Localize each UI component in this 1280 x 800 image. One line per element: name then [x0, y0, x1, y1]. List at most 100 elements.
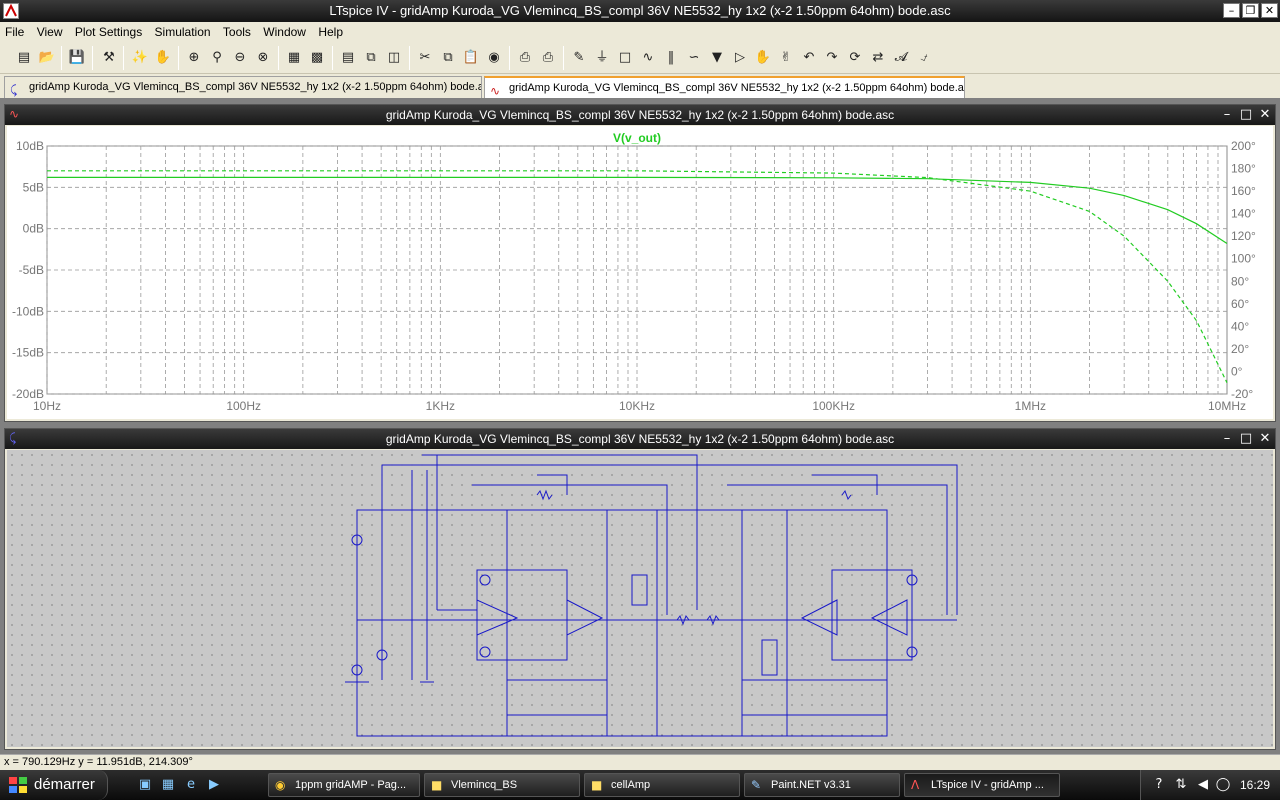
shield-icon[interactable]: ◯ — [1215, 777, 1231, 793]
cut-icon[interactable]: ✂ — [415, 48, 435, 68]
task-folder-cellamp[interactable]: ■ cellAmp — [584, 773, 740, 797]
tab-schematic[interactable]: ⤹ gridAmp Kuroda_VG Vlemincq_BS_compl 36… — [4, 76, 482, 98]
task-ltspice[interactable]: Λ LTspice IV - gridAmp ... — [904, 773, 1060, 797]
undo-icon[interactable]: ↶ — [799, 48, 819, 68]
menu-help[interactable]: Help — [313, 22, 347, 39]
bode-plot[interactable]: 10dB5dB0dB-5dB-10dB-15dB-20dB200°180°160… — [7, 126, 1275, 421]
inductor-icon[interactable]: ∽ — [684, 48, 704, 68]
back-icon[interactable]: ◀ — [1195, 777, 1211, 793]
menu-plot-settings[interactable]: Plot Settings — [70, 22, 146, 39]
media-player-icon[interactable]: ▶ — [206, 777, 222, 793]
cursor-readout: x = 790.129Hz y = 11.951dB, 214.309° — [4, 756, 193, 768]
zoom-pan-icon[interactable]: ⚲ — [207, 48, 227, 68]
tile-vertical-icon[interactable]: ◫ — [384, 48, 404, 68]
halt-icon[interactable]: ✋ — [153, 48, 173, 68]
minimize-button[interactable]: – — [1223, 3, 1240, 18]
diode-icon[interactable]: ▼ — [707, 48, 727, 68]
move-icon[interactable]: ✋ — [753, 48, 773, 68]
toolbar-separator — [178, 46, 179, 70]
component-icon[interactable]: ▷ — [730, 48, 750, 68]
save-icon[interactable]: 💾 — [67, 48, 87, 68]
y-tick-label: -5dB — [19, 263, 44, 277]
run-icon[interactable]: ✨ — [130, 48, 150, 68]
start-button[interactable]: démarrer — [0, 770, 108, 800]
task-folder-vlemincq[interactable]: ■ Vlemincq_BS — [424, 773, 580, 797]
menu-tools[interactable]: Tools — [218, 22, 255, 39]
app-title: LTspice IV - gridAmp Kuroda_VG Vlemincq_… — [329, 3, 951, 18]
y2-tick-label: 80° — [1231, 274, 1249, 288]
menu-window[interactable]: Window — [258, 22, 310, 39]
toolbar: ▤ 📂 💾 ⚒ ✨ ✋ ⊕ ⚲ ⊖ ⊗ ▦ ▩ ▤ ⧉ ◫ ✂ ⧉ 📋 ◉ ⎙ … — [0, 42, 1280, 74]
label-net-icon[interactable]: □ — [615, 48, 635, 68]
close-icon[interactable]: ✕ — [1257, 431, 1273, 447]
circuit-drawing[interactable] — [7, 450, 1275, 749]
ie-icon[interactable]: e — [183, 777, 199, 793]
rotate-icon[interactable]: ⟳ — [845, 48, 865, 68]
y-tick-label: -15dB — [12, 346, 44, 360]
show-desktop-icon[interactable]: ▣ — [137, 777, 153, 793]
minimize-icon[interactable]: – — [1219, 431, 1235, 447]
menu-simulation[interactable]: Simulation — [150, 22, 215, 39]
mirror-icon[interactable]: ⇄ — [868, 48, 888, 68]
tile-horizontal-icon[interactable]: ▤ — [338, 48, 358, 68]
minimize-icon[interactable]: – — [1219, 107, 1235, 123]
plot-pane[interactable]: 10dB 5dB 0dB -5dB -10dB -15dB -20dB 200° 180° 160… — [7, 126, 1273, 419]
resistor-icon[interactable]: ∿ — [638, 48, 658, 68]
resistor — [536, 489, 852, 626]
new-schematic-icon[interactable]: ▤ — [14, 48, 34, 68]
zoom-fit-icon[interactable]: ⊗ — [253, 48, 273, 68]
ground-icon[interactable]: ⏚ — [592, 48, 612, 68]
control-panel-icon[interactable]: ⚒ — [99, 48, 119, 68]
wire-icon[interactable]: ✎ — [569, 48, 589, 68]
print-preview-icon[interactable]: ⎙ — [515, 48, 535, 68]
cascade-icon[interactable]: ⧉ — [361, 48, 381, 68]
capacitor-icon[interactable]: ‖ — [661, 48, 681, 68]
print-icon[interactable]: ⎙ — [538, 48, 558, 68]
folder-icon: ■ — [591, 778, 603, 792]
close-button[interactable]: ✕ — [1261, 3, 1278, 18]
waveform-icon: ∿ — [490, 84, 501, 98]
zoom-in-icon[interactable]: ⊕ — [184, 48, 204, 68]
task-label: Vlemincq_BS — [451, 779, 518, 791]
plot-window-title-bar: ∿ gridAmp Kuroda_VG Vlemincq_BS_compl 36… — [5, 105, 1275, 125]
menu-view[interactable]: View — [32, 22, 67, 39]
find-icon[interactable]: ◉ — [484, 48, 504, 68]
y-tick-label: -10dB — [12, 304, 44, 318]
start-label: démarrer — [34, 776, 95, 793]
maximize-icon[interactable]: □ — [1238, 431, 1254, 447]
grid-icon[interactable]: ▩ — [307, 48, 327, 68]
task-label: Paint.NET v3.31 — [771, 779, 851, 791]
task-chrome[interactable]: ◉ 1ppm gridAMP - Pag... — [268, 773, 420, 797]
schematic-canvas[interactable] — [7, 450, 1273, 747]
task-paint[interactable]: ✎ Paint.NET v3.31 — [744, 773, 900, 797]
x-tick-label: 100Hz — [226, 399, 261, 413]
menu-file[interactable]: File — [0, 22, 28, 39]
close-icon[interactable]: ✕ — [1257, 107, 1273, 123]
task-label: 1ppm gridAMP - Pag... — [295, 779, 407, 791]
schematic-icon: ⤹ — [10, 83, 18, 97]
opamp-right — [800, 599, 908, 636]
app-title-bar: LTspice IV - gridAmp Kuroda_VG Vlemincq_… — [0, 0, 1280, 22]
spice-directive-icon[interactable]: ⍻ — [914, 48, 934, 68]
copy-icon[interactable]: ⧉ — [438, 48, 458, 68]
windows-flag-icon — [9, 777, 27, 793]
help-icon[interactable]: ? — [1151, 777, 1167, 793]
y2-tick-label: 160° — [1231, 184, 1256, 198]
maximize-icon[interactable]: □ — [1238, 107, 1254, 123]
autorange-icon[interactable]: ▦ — [284, 48, 304, 68]
tab-waveform[interactable]: ∿ gridAmp Kuroda_VG Vlemincq_BS_compl 36… — [484, 76, 965, 98]
open-icon[interactable]: 📂 — [37, 48, 57, 68]
redo-icon[interactable]: ↷ — [822, 48, 842, 68]
drag-icon[interactable]: ✌ — [776, 48, 796, 68]
schematic-window: ⤹ gridAmp Kuroda_VG Vlemincq_BS_compl 36… — [4, 428, 1276, 750]
menu-bar: File View Plot Settings Simulation Tools… — [0, 22, 1280, 42]
toolbar-separator — [332, 46, 333, 70]
toolbar-separator — [123, 46, 124, 70]
network-icon[interactable]: ⇅ — [1173, 777, 1189, 793]
restore-button[interactable]: ❐ — [1242, 3, 1259, 18]
zoom-out-icon[interactable]: ⊖ — [230, 48, 250, 68]
explorer-icon[interactable]: ▦ — [160, 777, 176, 793]
circuit-wire — [382, 454, 958, 615]
text-icon[interactable]: 𝓐 — [891, 48, 911, 68]
paste-icon[interactable]: 📋 — [461, 48, 481, 68]
